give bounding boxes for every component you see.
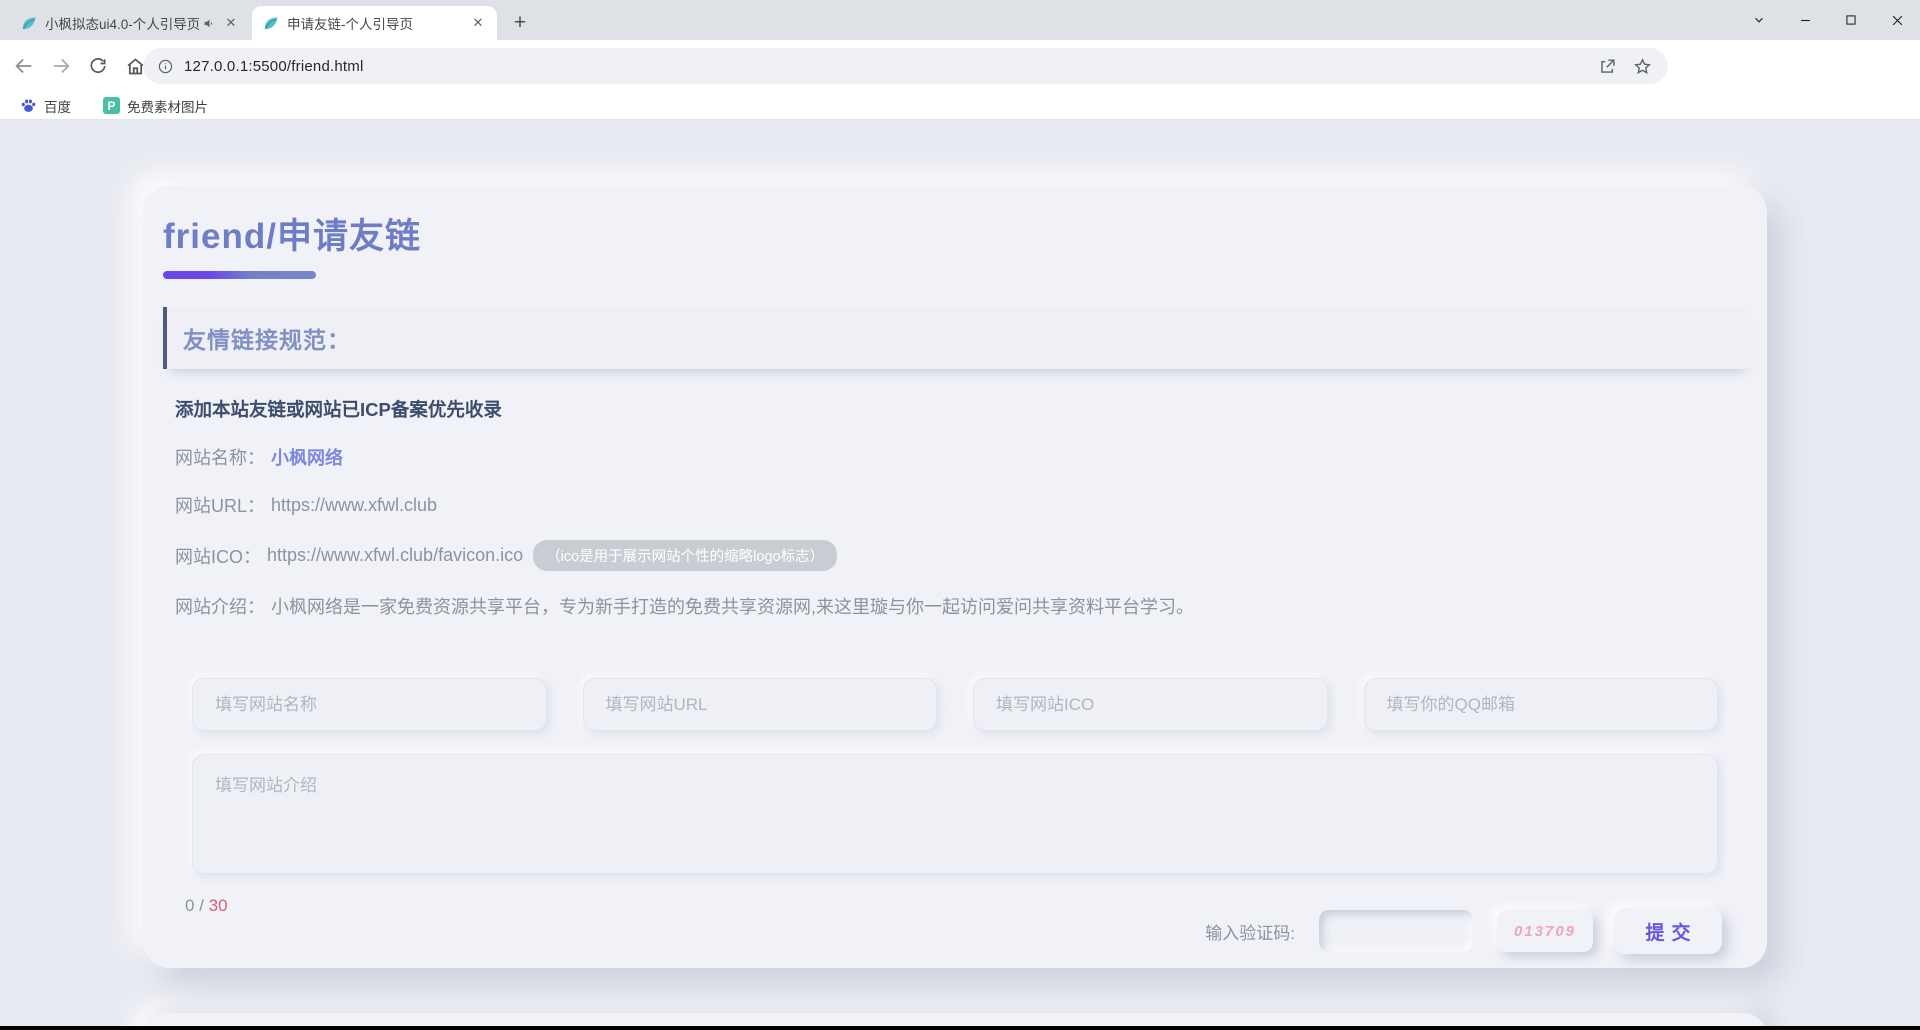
tab-audio-icon[interactable] (203, 17, 216, 30)
icp-notice: 添加本站友链或网站已ICP备案优先收录 (175, 396, 1767, 422)
friend-form-card: friend/申请友链 友情链接规范： 添加本站友链或网站已ICP备案优先收录 … (143, 186, 1767, 968)
ico-hint-badge: （ico是用于展示网站个性的缩略logo标志） (533, 540, 837, 571)
browser-toolbar: 127.0.0.1:5500/friend.html (0, 40, 1920, 92)
tab-friend-page[interactable]: 申请友链-个人引导页 ✕ (252, 6, 497, 40)
forward-icon[interactable] (47, 52, 75, 80)
site-favicon-icon (20, 15, 37, 32)
browser-tab-bar: 小枫拟态ui4.0-个人引导页 ✕ 申请友链-个人引导页 ✕ + (0, 0, 1920, 40)
form-inputs-row (192, 678, 1718, 731)
captcha-label: 输入验证码: (1205, 919, 1295, 944)
bookmark-label: 百度 (44, 96, 71, 116)
tab-close-icon[interactable]: ✕ (222, 14, 240, 32)
window-bottom-edge (0, 1026, 1920, 1030)
site-url-line: 网站URL： https://www.xfwl.club (175, 492, 1767, 518)
window-maximize-button[interactable] (1828, 0, 1874, 40)
site-desc-line: 网站介绍： 小枫网络是一家免费资源共享平台，专为新手打造的免费共享资源网,来这里… (175, 593, 1767, 619)
bookmarks-bar: 百度 P 免费素材图片 (0, 92, 1920, 120)
submit-button[interactable]: 提交 (1614, 908, 1722, 954)
window-close-button[interactable] (1874, 0, 1920, 40)
site-url-value: https://www.xfwl.club (271, 495, 437, 516)
section-header-text: 友情链接规范： (183, 321, 351, 355)
site-ico-input[interactable] (973, 678, 1328, 731)
captcha-input[interactable] (1319, 910, 1473, 952)
site-desc-value: 小枫网络是一家免费资源共享平台，专为新手打造的免费共享资源网,来这里璇与你一起访… (271, 593, 1194, 619)
window-minimize-button[interactable] (1782, 0, 1828, 40)
bookmark-label: 免费素材图片 (127, 96, 208, 116)
window-controls (1736, 0, 1920, 40)
site-name-line: 网站名称： 小枫网络 (175, 444, 1767, 470)
site-info-icon[interactable] (157, 58, 174, 75)
tab-title: 小枫拟态ui4.0-个人引导页 (45, 13, 199, 33)
back-icon[interactable] (10, 52, 38, 80)
site-favicon-icon (262, 15, 279, 32)
site-ico-line: 网站ICO： https://www.xfwl.club/favicon.ico… (175, 540, 1767, 571)
bookmark-star-icon[interactable] (1633, 57, 1652, 76)
reload-icon[interactable] (84, 52, 112, 80)
tab-search-chevron-icon[interactable] (1736, 0, 1782, 40)
new-tab-button[interactable]: + (506, 9, 534, 37)
section-header-box: 友情链接规范： (163, 307, 1751, 369)
captcha-row: 输入验证码: 013709 提交 (1205, 908, 1722, 954)
bookmark-baidu[interactable]: 百度 (20, 96, 71, 116)
url-text[interactable]: 127.0.0.1:5500/friend.html (184, 58, 1598, 75)
page-title: friend/申请友链 (163, 208, 1767, 259)
site-description-textarea[interactable] (192, 754, 1718, 874)
tab-title: 申请友链-个人引导页 (287, 13, 463, 33)
site-url-input[interactable] (583, 678, 938, 731)
baidu-paw-icon (20, 97, 37, 114)
page-viewport: friend/申请友链 友情链接规范： 添加本站友链或网站已ICP备案优先收录 … (0, 120, 1920, 1026)
share-icon[interactable] (1598, 57, 1617, 76)
link-rules-info: 添加本站友链或网站已ICP备案优先收录 网站名称： 小枫网络 网站URL： ht… (175, 396, 1767, 619)
site-name-value: 小枫网络 (271, 444, 343, 470)
title-underline (163, 271, 316, 279)
form-footer: 0 / 30 输入验证码: 013709 提交 (143, 874, 1767, 1001)
tab-home-page[interactable]: 小枫拟态ui4.0-个人引导页 ✕ (10, 6, 250, 40)
tab-close-icon[interactable]: ✕ (469, 14, 487, 32)
next-section-card (143, 1013, 1767, 1026)
site-ico-value: https://www.xfwl.club/favicon.ico (267, 545, 523, 566)
char-counter: 0 / 30 (185, 896, 228, 916)
material-site-icon: P (103, 97, 120, 114)
site-name-input[interactable] (192, 678, 547, 731)
bookmark-free-material[interactable]: P 免费素材图片 (103, 96, 208, 116)
address-bar[interactable]: 127.0.0.1:5500/friend.html (143, 48, 1668, 84)
qq-email-input[interactable] (1364, 678, 1719, 731)
captcha-image[interactable]: 013709 (1497, 910, 1593, 952)
